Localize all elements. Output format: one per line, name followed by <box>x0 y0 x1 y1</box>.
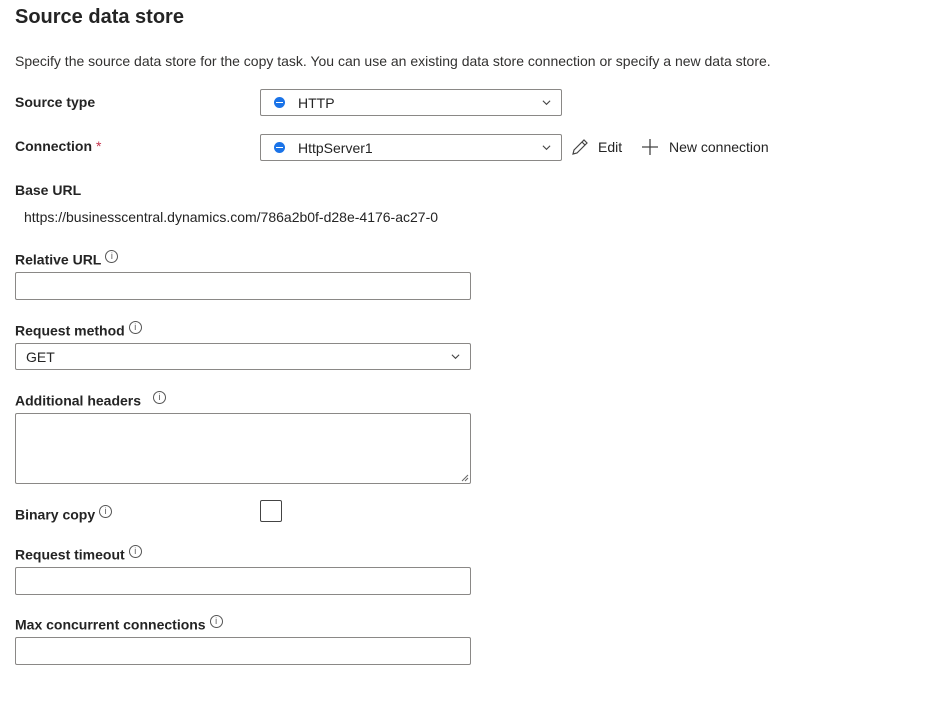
binary-copy-label-text: Binary copy <box>15 506 96 523</box>
additional-headers-label: Additional headers i <box>15 391 167 409</box>
new-connection-button[interactable]: New connection <box>640 137 769 157</box>
connection-label: Connection * <box>15 138 101 154</box>
max-concurrent-label-text: Max concurrent connections <box>15 616 206 633</box>
info-icon[interactable]: i <box>99 505 113 518</box>
additional-headers-textarea[interactable] <box>15 413 471 484</box>
edit-label: Edit <box>598 139 623 155</box>
max-concurrent-input[interactable] <box>15 637 471 665</box>
chevron-down-icon <box>542 100 551 106</box>
request-method-label-text: Request method <box>15 322 125 339</box>
max-concurrent-label: Max concurrent connections i <box>15 615 223 633</box>
connection-dropdown[interactable]: HttpServer1 <box>260 134 562 161</box>
page-title: Source data store <box>15 6 184 28</box>
required-marker: * <box>96 138 102 154</box>
pencil-icon <box>572 139 588 155</box>
info-icon[interactable]: i <box>153 391 167 404</box>
connection-value: HttpServer1 <box>298 139 373 156</box>
chevron-down-icon <box>542 145 551 151</box>
request-timeout-label-text: Request timeout <box>15 546 125 563</box>
source-type-value: HTTP <box>298 94 335 111</box>
additional-headers-label-text: Additional headers <box>15 392 142 409</box>
relative-url-label: Relative URL i <box>15 250 119 268</box>
info-icon[interactable]: i <box>209 615 223 628</box>
base-url-label: Base URL <box>15 182 82 198</box>
request-method-value: GET <box>26 348 55 365</box>
http-icon <box>274 97 285 108</box>
source-type-dropdown[interactable]: HTTP <box>260 89 562 116</box>
request-method-dropdown[interactable]: GET <box>15 343 471 370</box>
request-timeout-label: Request timeout i <box>15 545 142 563</box>
relative-url-input[interactable] <box>15 272 471 300</box>
resize-handle-icon[interactable] <box>460 473 469 482</box>
source-type-label: Source type <box>15 94 96 110</box>
edit-connection-button[interactable]: Edit <box>570 137 622 157</box>
chevron-down-icon <box>451 354 460 360</box>
request-method-label: Request method i <box>15 321 142 339</box>
plus-icon <box>642 139 658 155</box>
binary-copy-checkbox[interactable] <box>260 500 282 522</box>
info-icon[interactable]: i <box>128 545 142 558</box>
info-icon[interactable]: i <box>105 250 119 263</box>
connection-label-text: Connection <box>15 138 92 154</box>
page-description: Specify the source data store for the co… <box>15 53 771 69</box>
http-server-icon <box>274 142 285 153</box>
binary-copy-label: Binary copy i <box>15 505 113 523</box>
relative-url-label-text: Relative URL <box>15 251 102 268</box>
request-timeout-input[interactable] <box>15 567 471 595</box>
new-connection-label: New connection <box>669 139 769 155</box>
info-icon[interactable]: i <box>128 321 142 334</box>
base-url-value: https://businesscentral.dynamics.com/786… <box>24 209 439 225</box>
